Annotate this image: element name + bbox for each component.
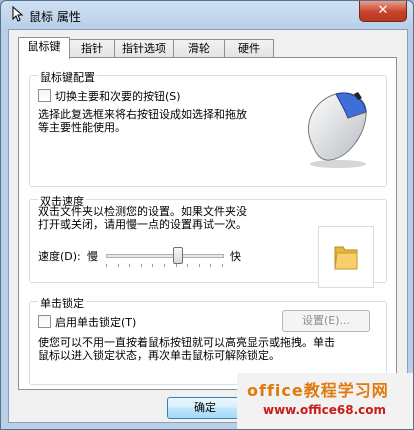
- mouse-cursor-icon: [12, 6, 24, 22]
- speed-label: 速度(D):: [38, 250, 81, 263]
- click-lock-checkbox[interactable]: [38, 315, 51, 328]
- window-title: 鼠标 属性: [29, 10, 81, 24]
- group-title-button-config: 鼠标键配置: [38, 69, 97, 85]
- close-button[interactable]: ✕: [359, 1, 407, 22]
- tab-hardware[interactable]: 硬件: [224, 39, 274, 58]
- group-double-click: 双击速度 双击文件夹以检测您的设置。如果文件夹没 打开或关闭，请用慢一点的设置再…: [29, 193, 387, 288]
- slider-tick: [187, 264, 189, 267]
- slider-tick: [106, 264, 107, 267]
- slider-thumb[interactable]: [172, 247, 183, 264]
- slider-tick: [175, 264, 177, 267]
- double-click-desc-line1: 双击文件夹以检测您的设置。如果文件夹没: [38, 205, 247, 218]
- switch-buttons-desc-line2: 等主要性能使用。: [38, 121, 126, 134]
- ok-button[interactable]: 确定: [167, 397, 243, 419]
- dialog-client-area: 鼠标键 指针 指针选项 滑轮 硬件 鼠标键配置 切换主要和次要的按钮(S) 选择…: [8, 29, 408, 423]
- test-area[interactable]: [318, 226, 374, 288]
- slider-track: [106, 254, 224, 258]
- group-button-config: 鼠标键配置 切换主要和次要的按钮(S) 选择此复选框来将右按钮设成如选择和拖放 …: [29, 69, 387, 187]
- group-title-click-lock: 单击锁定: [38, 295, 86, 311]
- title-bar[interactable]: 鼠标 属性 ✕: [1, 1, 413, 29]
- slider-tick: [129, 264, 131, 267]
- tab-pointer-options[interactable]: 指针选项: [114, 39, 174, 58]
- tab-pointers[interactable]: 指针: [69, 39, 115, 58]
- switch-buttons-checkbox[interactable]: [38, 89, 51, 102]
- slider-tick: [140, 264, 142, 267]
- fast-label: 快: [230, 250, 241, 263]
- slider-tick: [210, 264, 212, 267]
- double-click-desc-line2: 打开或关闭，请用慢一点的设置再试一次。: [38, 218, 247, 231]
- tab-buttons[interactable]: 鼠标键: [18, 37, 70, 59]
- mouse-properties-window: 鼠标 属性 ✕ 鼠标键 指针 指针选项 滑轮 硬件 鼠标键配置 切换主要和次要的…: [0, 0, 414, 430]
- click-lock-desc-line1: 使您可以不用一直按着鼠标按钮就可以高亮显示或拖拽。单击: [38, 336, 335, 349]
- slider-tick: [198, 264, 200, 267]
- click-lock-label[interactable]: 启用单击锁定(T): [55, 314, 136, 330]
- slider-tick: [117, 264, 119, 267]
- switch-buttons-desc-line1: 选择此复选框来将右按钮设成如选择和拖放: [38, 108, 247, 121]
- tab-wheel[interactable]: 滑轮: [173, 39, 225, 58]
- slider-tick: [152, 264, 154, 267]
- click-lock-desc-line2: 鼠标以进入锁定状态，再次单击鼠标可解除锁定。: [38, 349, 280, 362]
- watermark-url: www.office68.com: [263, 403, 387, 417]
- slider-tick: [164, 264, 165, 267]
- watermark-text: office教程学习网: [247, 381, 389, 400]
- click-lock-settings-button[interactable]: 设置(E)...: [282, 310, 370, 332]
- double-click-speed-slider[interactable]: [104, 244, 224, 268]
- switch-buttons-label[interactable]: 切换主要和次要的按钮(S): [55, 88, 181, 104]
- mouse-icon: [307, 92, 367, 168]
- watermark: office教程学习网 www.office68.com: [237, 373, 413, 429]
- close-icon: ✕: [377, 3, 389, 18]
- slider-tick: [222, 264, 223, 267]
- tab-panel-buttons: 鼠标键配置 切换主要和次要的按钮(S) 选择此复选框来将右按钮设成如选择和拖放 …: [18, 57, 397, 390]
- folder-icon: [334, 246, 358, 270]
- slow-label: 慢: [87, 250, 98, 263]
